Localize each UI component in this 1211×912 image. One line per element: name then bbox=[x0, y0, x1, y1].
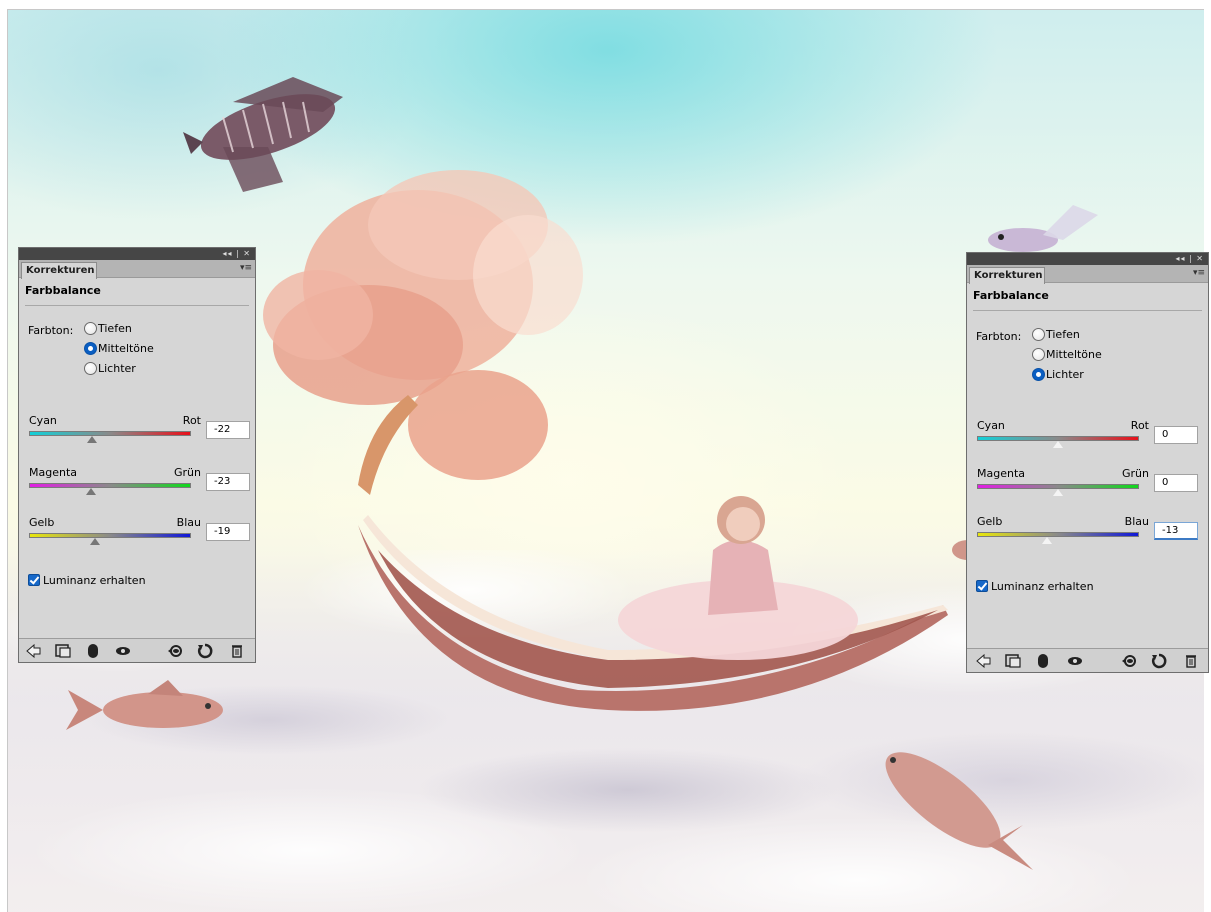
adjustments-panel-left: ◂◂ | ✕ Korrekturen ▾≡ Farbbalance Farbto… bbox=[18, 247, 256, 663]
radio-button-selected[interactable] bbox=[84, 342, 97, 355]
slider-thumb[interactable] bbox=[87, 436, 98, 443]
goldfish-bottom-right bbox=[885, 752, 1033, 870]
radio-button[interactable] bbox=[84, 362, 97, 375]
tone-label: Farbton: bbox=[28, 324, 74, 337]
slider-cyan-rot: Cyan Rot 0 bbox=[977, 419, 1207, 459]
slider-gelb-blau: Gelb Blau -13 bbox=[977, 515, 1207, 555]
back-arrow-icon[interactable] bbox=[25, 643, 41, 659]
slider-right-label: Grün bbox=[1122, 467, 1149, 480]
flying-fish-top-right bbox=[988, 205, 1098, 252]
collapse-close-controls[interactable]: ◂◂ | ✕ bbox=[1175, 253, 1204, 265]
radio-label: Mitteltöne bbox=[1046, 348, 1102, 361]
back-arrow-icon[interactable] bbox=[975, 653, 991, 669]
slider-right-label: Blau bbox=[1124, 515, 1149, 528]
reset-icon[interactable] bbox=[197, 643, 213, 659]
radio-button[interactable] bbox=[1032, 348, 1045, 361]
blossom-tree bbox=[263, 170, 583, 495]
adjustment-title: Farbbalance bbox=[25, 278, 249, 306]
slider-thumb[interactable] bbox=[89, 538, 100, 545]
slider-magenta-gruen: Magenta Grün 0 bbox=[977, 467, 1207, 507]
panel-footer bbox=[19, 638, 255, 662]
adjustment-title: Farbbalance bbox=[973, 283, 1202, 311]
slider-cyan-rot: Cyan Rot -22 bbox=[29, 414, 259, 454]
reset-icon[interactable] bbox=[1151, 653, 1167, 669]
layer-mask-icon[interactable] bbox=[85, 643, 101, 659]
slider-left-label: Cyan bbox=[29, 414, 57, 427]
layer-mask-icon[interactable] bbox=[1035, 653, 1051, 669]
slider-thumb[interactable] bbox=[86, 488, 97, 495]
value-input[interactable]: 0 bbox=[1154, 474, 1198, 492]
radio-button[interactable] bbox=[1032, 328, 1045, 341]
radio-button[interactable] bbox=[84, 322, 97, 335]
radio-mitteltoene[interactable]: Mitteltöne bbox=[1032, 348, 1102, 364]
visibility-eye-icon[interactable] bbox=[115, 643, 131, 659]
clip-to-layer-icon[interactable] bbox=[55, 643, 71, 659]
slider-left-label: Gelb bbox=[977, 515, 1003, 528]
view-previous-state-icon[interactable] bbox=[167, 643, 183, 659]
goldfish-left bbox=[66, 680, 223, 730]
checkbox-label: Luminanz erhalten bbox=[991, 580, 1094, 593]
color-track-cyan-red[interactable] bbox=[29, 431, 191, 436]
slider-thumb[interactable] bbox=[1053, 441, 1063, 448]
radio-label: Lichter bbox=[98, 362, 136, 375]
value-input-active[interactable]: -13 bbox=[1154, 522, 1198, 540]
radio-lichter[interactable]: Lichter bbox=[1032, 368, 1084, 384]
radio-tiefen[interactable]: Tiefen bbox=[1032, 328, 1080, 344]
adjustments-panel-right: ◂◂ | ✕ Korrekturen ▾≡ Farbbalance Farbto… bbox=[966, 252, 1209, 673]
slider-right-label: Blau bbox=[176, 516, 201, 529]
radio-tiefen[interactable]: Tiefen bbox=[84, 322, 132, 338]
checkbox-label: Luminanz erhalten bbox=[43, 574, 146, 587]
value-input[interactable]: -23 bbox=[206, 473, 250, 491]
checkbox-checked[interactable] bbox=[28, 574, 40, 586]
panel-tab-row: Korrekturen ▾≡ bbox=[19, 260, 255, 279]
panel-menu-icon[interactable]: ▾≡ bbox=[1193, 268, 1205, 278]
tab-korrekturen[interactable]: Korrekturen bbox=[969, 267, 1045, 284]
slider-magenta-gruen: Magenta Grün -23 bbox=[29, 466, 259, 506]
slider-left-label: Magenta bbox=[29, 466, 78, 479]
panel-menu-icon[interactable]: ▾≡ bbox=[240, 263, 252, 273]
panel-titlebar: ◂◂ | ✕ bbox=[967, 253, 1208, 265]
radio-label: Mitteltöne bbox=[98, 342, 154, 355]
radio-lichter[interactable]: Lichter bbox=[84, 362, 136, 378]
radio-label: Tiefen bbox=[1046, 328, 1080, 341]
color-track-magenta-green[interactable] bbox=[29, 483, 191, 488]
slider-left-label: Magenta bbox=[977, 467, 1026, 480]
value-input[interactable]: -22 bbox=[206, 421, 250, 439]
collapse-close-controls[interactable]: ◂◂ | ✕ bbox=[222, 248, 251, 260]
slider-thumb[interactable] bbox=[1053, 489, 1063, 496]
value-input[interactable]: -19 bbox=[206, 523, 250, 541]
trash-icon[interactable] bbox=[229, 643, 245, 659]
visibility-eye-icon[interactable] bbox=[1067, 653, 1083, 669]
preserve-luminosity[interactable]: Luminanz erhalten bbox=[976, 580, 1094, 593]
radio-label: Tiefen bbox=[98, 322, 132, 335]
tab-korrekturen[interactable]: Korrekturen bbox=[21, 262, 97, 279]
radio-mitteltoene[interactable]: Mitteltöne bbox=[84, 342, 154, 358]
checkbox-checked[interactable] bbox=[976, 580, 988, 592]
radio-button-selected[interactable] bbox=[1032, 368, 1045, 381]
panel-footer bbox=[967, 648, 1208, 672]
clip-to-layer-icon[interactable] bbox=[1005, 653, 1021, 669]
girl-in-boat bbox=[618, 496, 858, 660]
slider-right-label: Grün bbox=[174, 466, 201, 479]
preserve-luminosity[interactable]: Luminanz erhalten bbox=[28, 574, 146, 587]
radio-label: Lichter bbox=[1046, 368, 1084, 381]
slider-thumb[interactable] bbox=[1042, 537, 1053, 544]
slider-gelb-blau: Gelb Blau -19 bbox=[29, 516, 259, 556]
view-previous-state-icon[interactable] bbox=[1121, 653, 1137, 669]
color-track-yellow-blue[interactable] bbox=[977, 532, 1139, 537]
panel-tab-row: Korrekturen ▾≡ bbox=[967, 265, 1208, 284]
slider-right-label: Rot bbox=[1130, 419, 1149, 432]
slider-left-label: Cyan bbox=[977, 419, 1005, 432]
tone-label: Farbton: bbox=[976, 330, 1022, 343]
panel-titlebar: ◂◂ | ✕ bbox=[19, 248, 255, 260]
lionfish-top-left bbox=[183, 77, 343, 192]
value-input[interactable]: 0 bbox=[1154, 426, 1198, 444]
slider-left-label: Gelb bbox=[29, 516, 55, 529]
trash-icon[interactable] bbox=[1183, 653, 1199, 669]
slider-right-label: Rot bbox=[182, 414, 201, 427]
color-track-yellow-blue[interactable] bbox=[29, 533, 191, 538]
